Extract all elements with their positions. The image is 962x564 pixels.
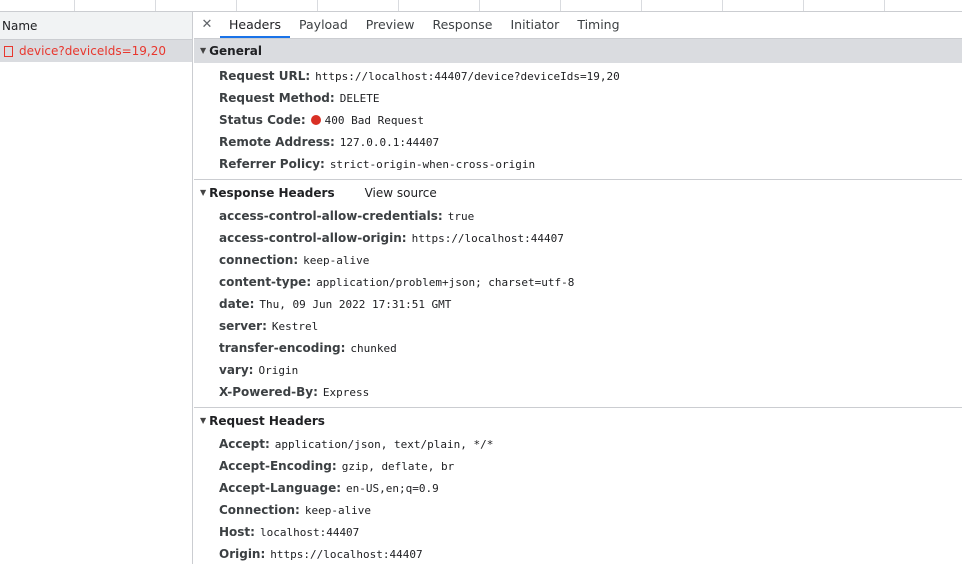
tab-headers[interactable]: Headers — [220, 12, 291, 38]
header-key: Request URL: — [219, 69, 311, 83]
header-key: vary: — [219, 363, 254, 377]
header-key: Origin: — [219, 547, 266, 561]
header-row: date: Thu, 09 Jun 2022 17:31:51 GMT — [194, 293, 962, 315]
status-error-icon — [310, 115, 321, 125]
header-value: Origin — [258, 364, 299, 377]
timeline-tick — [560, 0, 561, 11]
header-value: true — [447, 210, 475, 223]
view-source-link[interactable]: View source — [365, 181, 437, 205]
header-value: chunked — [350, 342, 397, 355]
header-row: transfer-encoding: chunked — [194, 337, 962, 359]
timeline-tick — [236, 0, 237, 11]
timeline-tick — [884, 0, 885, 11]
tab-initiator[interactable]: Initiator — [502, 12, 569, 38]
header-row: Status Code: 400 Bad Request — [194, 109, 962, 131]
timeline-tick — [641, 0, 642, 11]
header-value: localhost:44407 — [259, 526, 360, 539]
header-row: content-type: application/problem+json; c… — [194, 271, 962, 293]
tab-bar: ✕ Headers Payload Preview Response Initi… — [194, 12, 962, 39]
request-list-pane: Name device?deviceIds=19,20 — [0, 12, 193, 564]
header-value: gzip, deflate, br — [341, 460, 455, 473]
header-row: X-Powered-By: Express — [194, 381, 962, 403]
tab-response[interactable]: Response — [423, 12, 501, 38]
header-key: Host: — [219, 525, 255, 539]
header-value: DELETE — [339, 92, 380, 105]
triangle-down-icon: ▼ — [200, 188, 207, 197]
header-value: https://localhost:44407 — [270, 548, 423, 561]
header-value: application/json, text/plain, */* — [274, 438, 494, 451]
header-row: Remote Address: 127.0.0.1:44407 — [194, 131, 962, 153]
header-row: Connection: keep-alive — [194, 499, 962, 521]
header-value: 127.0.0.1:44407 — [339, 136, 440, 149]
header-row: vary: Origin — [194, 359, 962, 381]
timeline-overview[interactable] — [0, 0, 962, 12]
timeline-tick — [155, 0, 156, 11]
header-value: en-US,en;q=0.9 — [346, 482, 439, 495]
tab-preview[interactable]: Preview — [357, 12, 424, 38]
header-row: Request URL: https://localhost:44407/devi… — [194, 65, 962, 87]
header-key: server: — [219, 319, 267, 333]
header-row: Request Method: DELETE — [194, 87, 962, 109]
header-value: Kestrel — [271, 320, 319, 333]
header-key: connection: — [219, 253, 299, 267]
header-key: Accept-Language: — [219, 481, 342, 495]
response-headers-section-toggle[interactable]: ▼ Response Headers View source — [194, 181, 962, 205]
timeline-tick — [803, 0, 804, 11]
header-row: access-control-allow-credentials: true — [194, 205, 962, 227]
header-key: content-type: — [219, 275, 312, 289]
header-value: https://localhost:44407/device?deviceIds… — [315, 70, 620, 83]
header-row: connection: keep-alive — [194, 249, 962, 271]
header-row: server: Kestrel — [194, 315, 962, 337]
header-value: https://localhost:44407 — [411, 232, 564, 245]
request-headers-section-toggle[interactable]: ▼ Request Headers — [194, 409, 962, 433]
header-value: keep-alive — [304, 504, 372, 517]
request-name: device?deviceIds=19,20 — [19, 44, 167, 58]
header-row: Host: localhost:44407 — [194, 521, 962, 543]
response-headers-title: Response Headers — [209, 186, 335, 200]
header-row: Accept-Language: en-US,en;q=0.9 — [194, 477, 962, 499]
timeline-tick — [74, 0, 75, 11]
header-key: access-control-allow-origin: — [219, 231, 407, 245]
timeline-tick — [398, 0, 399, 11]
header-key: transfer-encoding: — [219, 341, 346, 355]
request-row[interactable]: device?deviceIds=19,20 — [0, 40, 192, 62]
triangle-down-icon: ▼ — [200, 46, 207, 55]
header-value: keep-alive — [303, 254, 370, 267]
header-key: Connection: — [219, 503, 300, 517]
tab-timing[interactable]: Timing — [568, 12, 628, 38]
header-row: Accept: application/json, text/plain, */* — [194, 433, 962, 455]
header-row: access-control-allow-origin: https://loca… — [194, 227, 962, 249]
timeline-tick — [317, 0, 318, 11]
header-key: Request Method: — [219, 91, 335, 105]
tab-payload[interactable]: Payload — [290, 12, 357, 38]
header-row: Referrer Policy: strict-origin-when-cross… — [194, 153, 962, 175]
timeline-tick — [722, 0, 723, 11]
general-title: General — [209, 44, 262, 58]
header-row: Accept-Encoding: gzip, deflate, br — [194, 455, 962, 477]
header-key: Accept: — [219, 437, 270, 451]
header-value: 400 Bad Request — [324, 114, 424, 127]
request-headers-title: Request Headers — [209, 414, 325, 428]
general-section-toggle[interactable]: ▼ General — [194, 39, 962, 63]
header-value: application/problem+json; charset=utf-8 — [316, 276, 575, 289]
header-key: date: — [219, 297, 255, 311]
triangle-down-icon: ▼ — [200, 416, 207, 425]
close-icon[interactable]: ✕ — [194, 12, 220, 38]
name-column-header[interactable]: Name — [0, 12, 192, 40]
header-key: X-Powered-By: — [219, 385, 318, 399]
header-key: Referrer Policy: — [219, 157, 325, 171]
header-value: Express — [322, 386, 370, 399]
header-key: Remote Address: — [219, 135, 335, 149]
timeline-tick — [479, 0, 480, 11]
header-key: access-control-allow-credentials: — [219, 209, 443, 223]
header-key: Accept-Encoding: — [219, 459, 337, 473]
header-key: Status Code: — [219, 113, 306, 127]
document-icon — [4, 45, 13, 57]
header-row: Origin: https://localhost:44407 — [194, 543, 962, 564]
headers-panel: ✕ Headers Payload Preview Response Initi… — [194, 12, 962, 564]
header-value: Thu, 09 Jun 2022 17:31:51 GMT — [259, 298, 452, 311]
header-value: strict-origin-when-cross-origin — [329, 158, 536, 171]
